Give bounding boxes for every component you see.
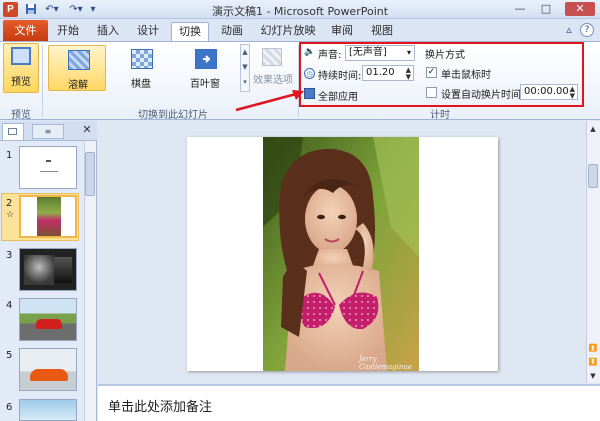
next-slide-icon[interactable]: ⏬	[587, 356, 599, 368]
slide-thumbnail-4[interactable]	[19, 298, 77, 341]
transition-label: 棋盘	[131, 79, 151, 90]
tab-transitions[interactable]: 切换	[171, 22, 209, 41]
preview-icon	[11, 47, 31, 65]
help-icon[interactable]: ?	[580, 23, 594, 37]
notes-placeholder[interactable]: 单击此处添加备注	[108, 396, 408, 415]
slide-thumbnail-3[interactable]	[19, 248, 77, 291]
group-label-preview: 预览	[11, 110, 31, 121]
scroll-down-icon[interactable]: ▼	[587, 370, 599, 382]
tab-slides[interactable]	[2, 123, 24, 140]
slide-thumbnail-5[interactable]	[19, 348, 77, 391]
tab-insert[interactable]: 插入	[92, 22, 124, 41]
close-button[interactable]: ✕	[565, 2, 595, 16]
slide-thumbnail-6[interactable]	[19, 399, 77, 421]
transition-blinds[interactable]: 百叶窗	[176, 45, 234, 91]
slide-number: 6	[6, 402, 13, 413]
save-icon[interactable]	[24, 3, 38, 16]
slide-thumbnail-2[interactable]	[19, 195, 77, 238]
transition-checkerboard[interactable]: 棋盘	[112, 45, 170, 91]
group-divider	[42, 45, 43, 117]
car-thumbnail	[36, 319, 62, 329]
slides-tab-icon	[8, 128, 17, 135]
checkerboard-icon	[131, 49, 153, 69]
customize-icon[interactable]: ▾	[88, 3, 98, 16]
panel-scroll-thumb[interactable]	[85, 152, 95, 196]
powerpoint-app-icon[interactable]: P	[3, 2, 18, 17]
undo-icon[interactable]: ↶▾	[42, 3, 62, 16]
photo-signature: Jerry Castlemaginue	[359, 355, 413, 371]
slide-title-mark	[46, 160, 51, 162]
scroll-up-icon[interactable]: ▲	[587, 123, 599, 135]
prev-slide-icon[interactable]: ⏫	[587, 342, 599, 354]
window-title: 演示文稿1 - Microsoft PowerPoint	[211, 5, 389, 18]
minimize-button[interactable]: —	[510, 2, 530, 16]
tab-design[interactable]: 设计	[132, 22, 164, 41]
effect-options-button[interactable]: 效果选项	[253, 71, 295, 86]
annotation-arrow	[235, 90, 304, 112]
tab-view[interactable]: 视图	[366, 22, 398, 41]
preview-label: 预览	[11, 77, 31, 88]
tab-review[interactable]: 审阅	[326, 22, 358, 41]
slide-number: 5	[6, 350, 13, 361]
tab-slideshow[interactable]: 幻灯片放映	[256, 22, 320, 41]
slide-number: 1	[6, 150, 13, 161]
highlight-box	[299, 42, 584, 107]
photo-thumbnail	[37, 197, 61, 236]
transition-label: 溶解	[68, 80, 88, 91]
slide-number: 4	[6, 300, 13, 311]
photo-thumbnail	[24, 255, 54, 285]
effect-options-icon	[262, 48, 282, 66]
transition-label: 百叶窗	[190, 79, 220, 90]
tab-home[interactable]: 开始	[52, 22, 84, 41]
slide-thumbnail-1[interactable]	[19, 146, 77, 189]
panel-close-icon[interactable]: ✕	[80, 123, 94, 137]
photo-thumbnail	[54, 257, 72, 283]
transition-dissolve[interactable]: 溶解	[48, 45, 106, 91]
blinds-icon	[195, 49, 217, 69]
dissolve-icon	[68, 50, 90, 70]
group-label-timing: 计时	[430, 110, 450, 121]
transition-star-icon: ☆	[6, 210, 15, 220]
slide-number: 2	[6, 198, 13, 209]
editor-scroll-thumb[interactable]	[588, 164, 598, 188]
slide-photo[interactable]: Jerry Castlemaginue	[263, 137, 419, 371]
maximize-button[interactable]: □	[536, 2, 556, 16]
tab-file[interactable]: 文件	[3, 20, 48, 41]
slide-number: 3	[6, 250, 13, 261]
slide-subtitle-mark	[40, 171, 58, 172]
gallery-scroll[interactable]: ▲ ▼ ▾	[240, 44, 250, 92]
tab-outline[interactable]: ≡	[32, 124, 64, 139]
redo-icon[interactable]: ↷▾	[66, 3, 86, 16]
tab-animations[interactable]: 动画	[216, 22, 248, 41]
car-thumbnail	[30, 369, 68, 381]
ribbon-minimize-icon[interactable]: ▵	[562, 23, 576, 37]
